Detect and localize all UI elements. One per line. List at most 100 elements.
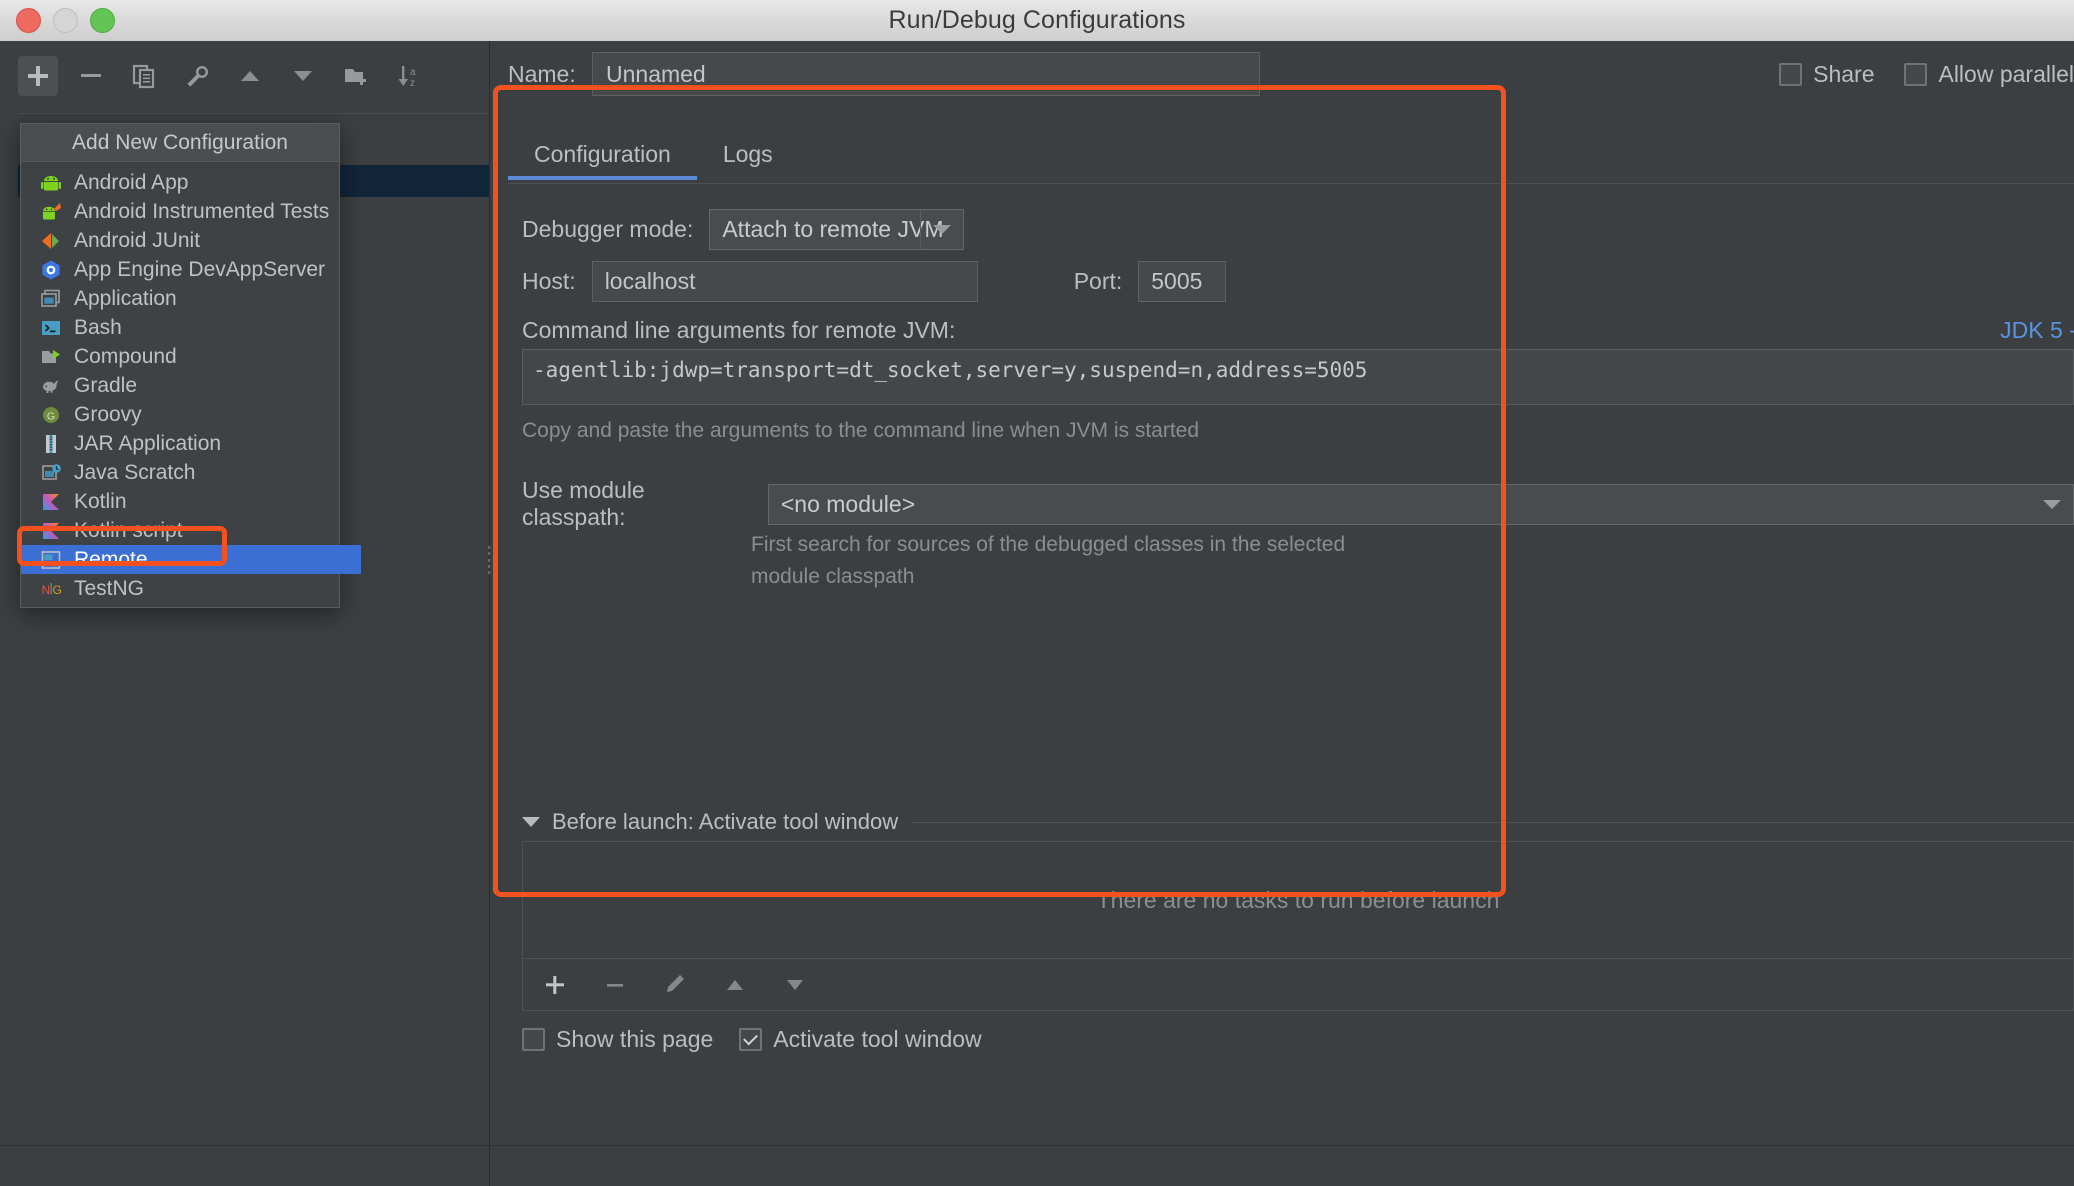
module-classpath-value: <no module> xyxy=(780,490,916,517)
jar-icon xyxy=(39,432,63,456)
minus-icon xyxy=(81,74,101,77)
copy-configuration-button[interactable] xyxy=(124,56,164,96)
add-configuration-button[interactable] xyxy=(18,56,58,96)
add-new-configuration-menu: Add New Configuration Android App Androi… xyxy=(20,123,361,608)
edit-task-button[interactable] xyxy=(657,967,693,1003)
module-classpath-combobox[interactable]: <no module> xyxy=(767,483,2074,525)
chevron-down-icon[interactable] xyxy=(920,210,963,249)
remove-configuration-button[interactable] xyxy=(71,56,111,96)
wrench-icon xyxy=(187,65,209,87)
menu-item-java-scratch[interactable]: Java Scratch xyxy=(21,458,339,487)
command-line-arguments-textarea[interactable]: -agentlib:jdwp=transport=dt_socket,serve… xyxy=(522,349,2074,405)
move-task-up-button[interactable] xyxy=(717,967,753,1003)
tab-configuration[interactable]: Configuration xyxy=(508,137,697,180)
copy-icon xyxy=(132,64,155,89)
show-this-page-checkbox[interactable] xyxy=(522,1028,545,1051)
name-label: Name: xyxy=(508,60,576,87)
minimize-window-button[interactable] xyxy=(53,8,78,33)
menu-item-kotlin[interactable]: Kotlin xyxy=(21,487,339,516)
menu-item-kotlin-script[interactable]: Kotlin script xyxy=(21,516,339,545)
move-task-down-button[interactable] xyxy=(777,967,813,1003)
svg-text:G: G xyxy=(53,583,62,597)
kotlin-script-icon xyxy=(39,519,63,543)
zoom-window-button[interactable] xyxy=(90,8,115,33)
command-line-arguments-label: Command line arguments for remote JVM: xyxy=(522,317,956,343)
triangle-up-icon xyxy=(727,979,743,990)
tab-logs[interactable]: Logs xyxy=(697,137,799,180)
sort-az-icon: a z xyxy=(398,66,416,89)
collapse-triangle-icon[interactable] xyxy=(522,817,540,827)
configurations-toolbar: a z xyxy=(0,41,489,111)
share-label: Share xyxy=(1813,60,1875,87)
share-checkbox-wrap[interactable]: Share xyxy=(1779,61,1874,88)
edit-templates-button[interactable] xyxy=(177,56,217,96)
before-launch-header[interactable]: Before launch: Activate tool window xyxy=(516,809,2074,835)
menu-item-compound[interactable]: Compound xyxy=(21,342,339,371)
menu-item-label: Groovy xyxy=(74,402,142,426)
before-launch-divider xyxy=(912,821,2074,823)
android-icon xyxy=(39,171,63,195)
module-classpath-hint-line1: First search for sources of the debugged… xyxy=(751,533,1346,556)
host-input[interactable]: localhost xyxy=(591,261,978,302)
menu-item-remote-highlight-extension xyxy=(339,545,361,574)
window-controls xyxy=(16,0,115,41)
menu-item-label: Application xyxy=(74,286,177,310)
before-launch-task-list[interactable]: There are no tasks to run before launch xyxy=(522,841,2074,959)
port-input[interactable]: 5005 xyxy=(1138,261,1227,302)
jdk-version-link[interactable]: JDK 5 - 8 xyxy=(2000,317,2074,344)
menu-item-android-app[interactable]: Android App xyxy=(21,168,339,197)
debugger-mode-row: Debugger mode: Attach to remote JVM xyxy=(522,209,965,250)
menu-item-label: Bash xyxy=(74,315,122,339)
close-window-button[interactable] xyxy=(16,8,41,33)
activate-tool-window-checkbox-wrap[interactable]: Activate tool window xyxy=(739,1026,982,1053)
header-checkboxes: Share Allow parallel xyxy=(1749,49,2074,99)
dialog-bottom-divider xyxy=(0,1145,2074,1146)
menu-item-label: Java Scratch xyxy=(74,460,196,484)
menu-item-label: Android JUnit xyxy=(74,228,201,252)
triangle-up-icon xyxy=(241,71,259,81)
allow-parallel-checkbox-wrap[interactable]: Allow parallel xyxy=(1904,61,2074,88)
name-input[interactable]: Unnamed xyxy=(592,52,1260,96)
activate-tool-window-checkbox[interactable] xyxy=(739,1028,763,1051)
sort-alphabetically-button[interactable]: a z xyxy=(389,56,429,96)
menu-item-label: Remote xyxy=(74,547,148,571)
triangle-down-icon xyxy=(787,979,803,990)
menu-item-bash[interactable]: Bash xyxy=(21,313,339,342)
menu-item-testng[interactable]: N G TestNG xyxy=(21,574,339,603)
show-this-page-checkbox-wrap[interactable]: Show this page xyxy=(522,1026,713,1053)
activate-tool-window-label: Activate tool window xyxy=(773,1026,982,1052)
chevron-down-icon[interactable] xyxy=(2031,485,2073,524)
menu-item-label: Android App xyxy=(74,170,189,194)
bash-icon xyxy=(39,316,63,340)
minus-icon xyxy=(607,983,623,987)
move-down-button[interactable] xyxy=(283,56,323,96)
remote-icon xyxy=(39,548,63,572)
share-checkbox[interactable] xyxy=(1779,62,1803,86)
debugger-mode-combobox[interactable]: Attach to remote JVM xyxy=(709,209,965,250)
kotlin-icon xyxy=(39,490,63,514)
folder-add-icon xyxy=(345,69,366,85)
menu-item-groovy[interactable]: G Groovy xyxy=(21,400,339,429)
menu-item-label: JAR Application xyxy=(74,431,222,455)
android-test-icon xyxy=(39,200,63,224)
move-up-button[interactable] xyxy=(230,56,270,96)
module-classpath-row: Use module classpath: <no module> xyxy=(522,477,2074,531)
compound-icon xyxy=(39,345,63,369)
svg-text:a: a xyxy=(410,67,416,78)
menu-item-gradle[interactable]: Gradle xyxy=(21,371,339,400)
add-task-button[interactable] xyxy=(537,967,573,1003)
menu-item-remote[interactable]: Remote xyxy=(21,545,357,574)
menu-item-android-instrumented-tests[interactable]: Android Instrumented Tests xyxy=(21,197,339,226)
menu-item-jar-application[interactable]: JAR Application xyxy=(21,429,339,458)
menu-item-app-engine-devappserver[interactable]: App Engine DevAppServer xyxy=(21,255,339,284)
show-this-page-label: Show this page xyxy=(556,1026,714,1052)
svg-text:N: N xyxy=(42,583,51,597)
allow-parallel-checkbox[interactable] xyxy=(1904,62,1928,86)
menu-item-android-junit[interactable]: Android JUnit xyxy=(21,226,339,255)
remove-task-button[interactable] xyxy=(597,967,633,1003)
host-port-row: Host: localhost Port: 5005 xyxy=(522,261,1227,302)
menu-item-application[interactable]: Application xyxy=(21,284,339,313)
module-classpath-hint: First search for sources of the debugged… xyxy=(751,529,1345,593)
new-folder-button[interactable] xyxy=(336,56,376,96)
menu-item-label: Gradle xyxy=(74,373,138,397)
